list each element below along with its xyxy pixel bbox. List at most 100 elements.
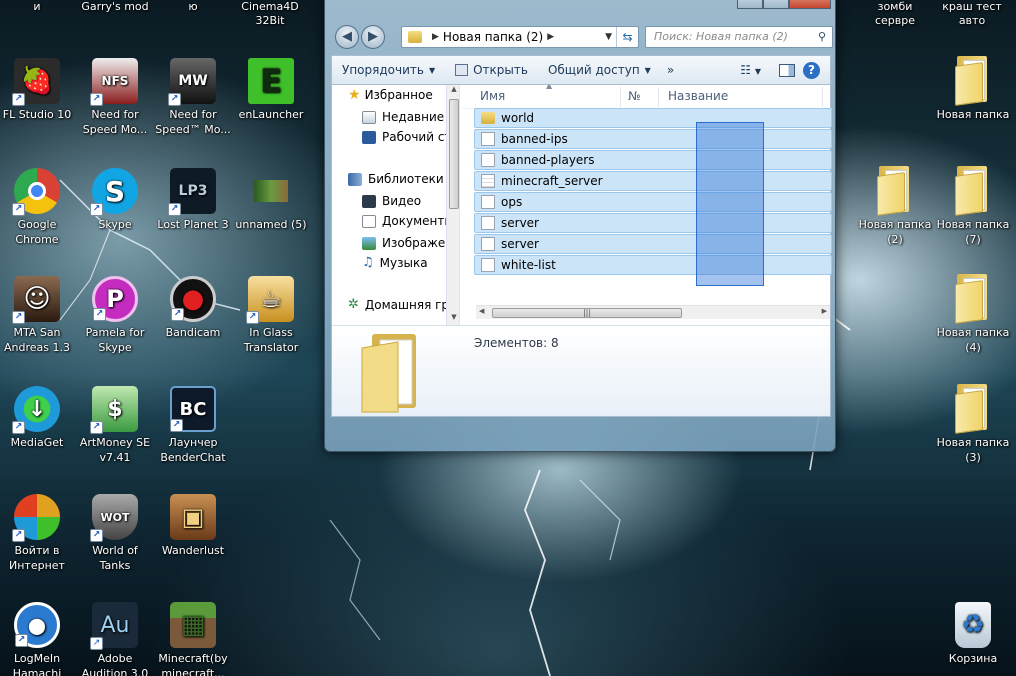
- desktop-icon-skype[interactable]: S ↗ Skype: [76, 168, 154, 232]
- file-name: minecraft_server: [501, 174, 603, 188]
- desktop-icon-bandicam[interactable]: ● ↗ Bandicam: [154, 276, 232, 340]
- address-bar[interactable]: ▶ Новая папка (2) ▶ ▼ ⇆: [401, 26, 639, 48]
- desktop-icon-label: Adobe Audition 3.0: [81, 652, 149, 676]
- desktop-icon-mediaget[interactable]: ↓ ↗ MediaGet: [0, 386, 76, 450]
- desktop-icon-nfs-most-wanted[interactable]: NFS ↗ Need for Speed Mo...: [76, 58, 154, 137]
- skype-icon: S ↗: [90, 168, 138, 216]
- scroll-left-icon[interactable]: ◀: [479, 307, 484, 315]
- more-commands-button[interactable]: »: [661, 63, 680, 77]
- shortcut-arrow-icon: ↗: [12, 203, 25, 216]
- desktop-folder-novaya-papka-2[interactable]: Новая папка (2): [856, 166, 934, 247]
- help-icon[interactable]: ?: [803, 61, 820, 79]
- toolbar-right: ☷ ▼ ?: [740, 61, 830, 79]
- desktop-icon-internet[interactable]: ↗ Войти в Интернет: [0, 494, 76, 573]
- column-header-number[interactable]: №: [628, 89, 640, 103]
- desktop-icon-world-of-tanks[interactable]: WOT ↗ World of Tanks: [76, 494, 154, 573]
- navigation-bar: ◀ ▶ ▶ Новая папка (2) ▶ ▼ ⇆ Поиск: Новая…: [331, 21, 833, 53]
- translator-icon: ☕ ↗: [246, 276, 294, 324]
- nav-item-favorites[interactable]: ★ Избранное: [348, 85, 433, 105]
- desktop-icon-mta[interactable]: ☺ ↗ MTA San Andreas 1.3: [0, 276, 76, 355]
- search-input[interactable]: Поиск: Новая папка (2) ⚲: [645, 26, 833, 48]
- file-row[interactable]: white-list: [474, 255, 832, 275]
- shortcut-arrow-icon: ↗: [90, 529, 103, 542]
- desktop-icon-label: FL Studio 10: [2, 108, 72, 121]
- scrollbar-thumb[interactable]: [449, 99, 459, 209]
- share-button[interactable]: Общий доступ ▼: [538, 63, 661, 77]
- view-options-icon[interactable]: ☷ ▼: [740, 63, 761, 77]
- desktop-icon-nfs-mw[interactable]: MW ↗ Need for Speed™ Mo...: [154, 58, 232, 137]
- address-dropdown-icon[interactable]: ▼: [605, 27, 612, 47]
- desktop-icon-unnamed-5[interactable]: unnamed (5): [232, 168, 310, 232]
- file-row[interactable]: banned-players: [474, 150, 832, 170]
- chrome-icon: ↗: [12, 168, 60, 216]
- desktop-icon-google-chrome[interactable]: ↗ Google Chrome: [0, 168, 76, 247]
- address-path[interactable]: Новая папка (2): [443, 27, 543, 47]
- desktop-folder-novaya-papka-4[interactable]: Новая папка (4): [934, 274, 1012, 355]
- desktop-icon-lost-planet-3[interactable]: LP3 ↗ Lost Planet 3: [154, 168, 232, 232]
- maximize-button[interactable]: [763, 0, 789, 9]
- scroll-down-icon[interactable]: ▼: [447, 313, 459, 325]
- refresh-icon[interactable]: ⇆: [616, 27, 638, 47]
- desktop-folder-novaya-papka[interactable]: Новая папка: [934, 56, 1012, 122]
- desktop-icon-label: Minecraft(by minecraft...: [158, 652, 228, 676]
- desktop-folder-novaya-papka-7[interactable]: Новая папка (7): [934, 166, 1012, 247]
- file-row[interactable]: server: [474, 213, 832, 233]
- libraries-icon: [348, 172, 362, 186]
- open-button[interactable]: Открыть: [445, 63, 538, 77]
- column-divider[interactable]: [620, 87, 621, 107]
- desktop-icon-minecraft[interactable]: ▦ Minecraft(by minecraft...: [154, 602, 232, 676]
- folder-icon: [481, 112, 495, 124]
- caption-zombi: зомби сервре: [874, 0, 916, 27]
- desktop-icon-label: Need for Speed Mo...: [82, 108, 148, 136]
- chevron-down-icon: ▼: [644, 65, 651, 75]
- folder-icon: [953, 384, 993, 434]
- column-headers: Имя ▲ № Название: [462, 85, 832, 109]
- search-icon[interactable]: ⚲: [818, 27, 826, 47]
- nav-item-music[interactable]: ♫ Музыка: [362, 253, 428, 273]
- navigation-scrollbar[interactable]: ▲ ▼: [446, 85, 459, 325]
- nav-item-video[interactable]: Видео: [362, 191, 421, 211]
- folder-icon: [953, 166, 993, 216]
- music-icon: ♫: [362, 255, 374, 270]
- file-row[interactable]: world: [474, 108, 832, 128]
- column-header-name[interactable]: Имя: [480, 89, 505, 103]
- horizontal-scrollbar[interactable]: ◀ ||| ▶: [476, 305, 830, 319]
- desktop-icon-label: Bandicam: [165, 326, 221, 339]
- back-button[interactable]: ◀: [335, 25, 359, 49]
- desktop-icon-adobe-audition[interactable]: Au ↗ Adobe Audition 3.0: [76, 602, 154, 676]
- scrollbar-thumb[interactable]: |||: [492, 308, 682, 318]
- preview-pane-icon[interactable]: [779, 63, 795, 77]
- more-label: »: [666, 63, 675, 77]
- desktop-icon-in-glass-translator[interactable]: ☕ ↗ In Glass Translator: [232, 276, 310, 355]
- organize-button[interactable]: Упорядочить ▼: [332, 63, 445, 77]
- nav-item-libraries[interactable]: Библиотеки: [348, 169, 444, 189]
- shortcut-arrow-icon: ↗: [171, 308, 184, 321]
- file-row[interactable]: minecraft_server: [474, 171, 832, 191]
- desktop-icon-artmoney[interactable]: $ ↗ ArtMoney SE v7.41: [76, 386, 154, 465]
- scroll-up-icon[interactable]: ▲: [447, 85, 459, 97]
- desktop-icon-benderchat[interactable]: BC ↗ Лаунчер BenderChat: [154, 386, 232, 465]
- file-row[interactable]: ops: [474, 192, 832, 212]
- column-divider[interactable]: [658, 87, 659, 107]
- file-row[interactable]: server: [474, 234, 832, 254]
- close-button[interactable]: [789, 0, 831, 9]
- breadcrumb-separator-icon[interactable]: ▶: [547, 27, 554, 47]
- desktop-folder-novaya-papka-3[interactable]: Новая папка (3): [934, 384, 1012, 465]
- scroll-right-icon[interactable]: ▶: [822, 307, 827, 315]
- column-header-title[interactable]: Название: [668, 89, 728, 103]
- column-divider[interactable]: [822, 87, 823, 107]
- desktop-icon-fl-studio[interactable]: 🍓 ↗ FL Studio 10: [0, 58, 76, 122]
- nav-item-homegroup[interactable]: ✲Домашняя группа: [348, 295, 459, 315]
- desktop-icon-enlauncher[interactable]: E enLauncher: [232, 58, 310, 122]
- shortcut-arrow-icon: ↗: [15, 634, 28, 647]
- file-row[interactable]: banned-ips: [474, 129, 832, 149]
- desktop-icon-recycle-bin[interactable]: ♻ Корзина: [934, 602, 1012, 666]
- desktop-icon-wanderlust[interactable]: ▣ Wanderlust: [154, 494, 232, 558]
- shortcut-arrow-icon: ↗: [90, 93, 103, 106]
- desktop-icon-hamachi[interactable]: ⬤ ↗ LogMeIn Hamachi: [0, 602, 76, 676]
- desktop-icon-pamela[interactable]: P ↗ Pamela for Skype: [76, 276, 154, 355]
- minimize-button[interactable]: [737, 0, 763, 9]
- explorer-window[interactable]: ◀ ▶ ▶ Новая папка (2) ▶ ▼ ⇆ Поиск: Новая…: [324, 0, 836, 452]
- nav-item-documents[interactable]: Документы: [362, 211, 454, 231]
- forward-button[interactable]: ▶: [361, 25, 385, 49]
